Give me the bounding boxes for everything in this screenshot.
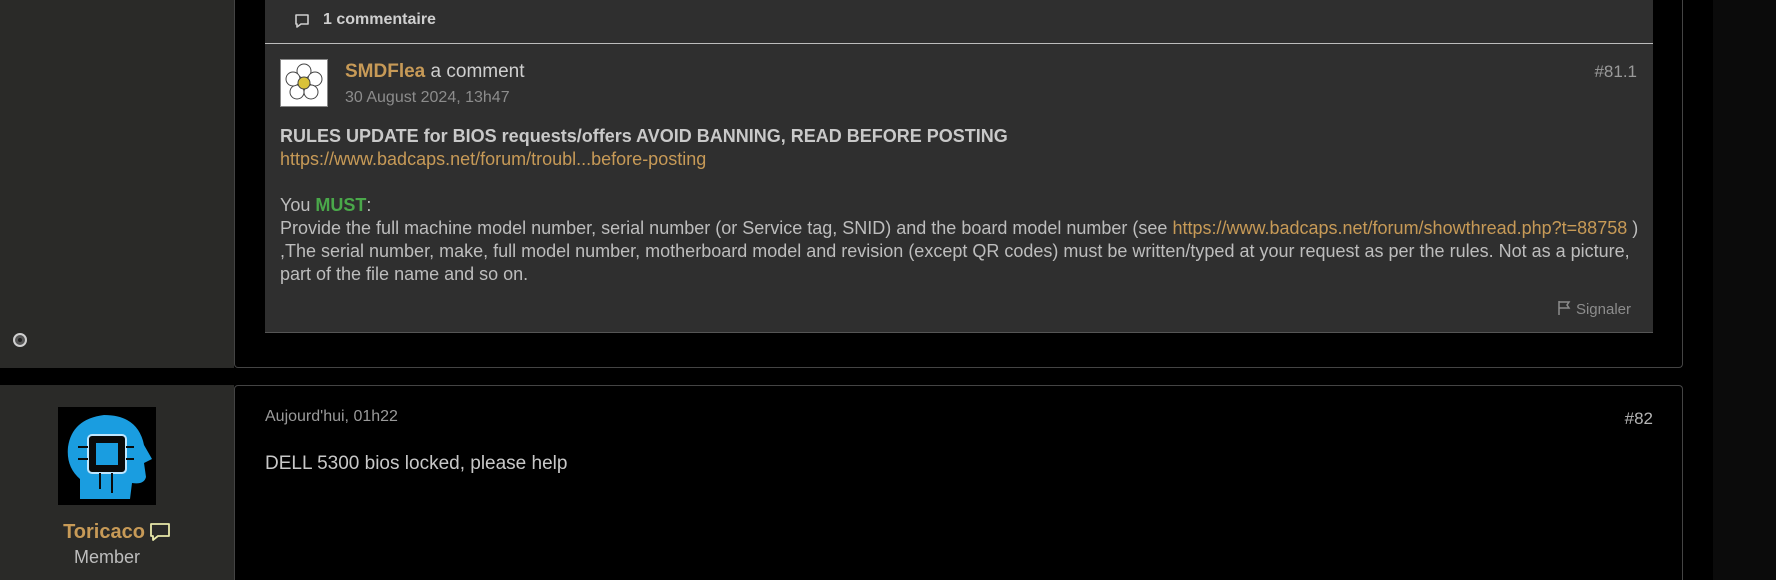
you-text: You (280, 195, 316, 215)
provide-text: Provide the full machine model number, s… (280, 218, 1173, 238)
post-number[interactable]: #82 (1600, 409, 1653, 429)
post (234, 385, 1683, 580)
comment-username[interactable]: SMDFlea (345, 61, 425, 82)
comments-count: 1 commentaire (323, 11, 436, 28)
user-avatar[interactable] (58, 407, 156, 505)
thread-link[interactable]: https://www.badcaps.net/forum/showthread… (1172, 218, 1627, 238)
rules-heading: RULES UPDATE for BIOS requests/offers AV… (280, 126, 1008, 146)
comment-body: RULES UPDATE for BIOS requests/offers AV… (280, 125, 1640, 286)
comments-toggle[interactable]: 1 commentaire (265, 0, 1653, 44)
comment-icon (294, 13, 310, 34)
rules-link[interactable]: https://www.badcaps.net/forum/troubl...b… (280, 149, 706, 169)
post-pointer (220, 436, 234, 456)
comment-avatar[interactable] (280, 59, 328, 107)
comment-number[interactable]: #81.1 (1594, 62, 1637, 82)
chat-bubble-icon[interactable] (149, 522, 171, 542)
report-button[interactable]: Signaler (1557, 300, 1631, 318)
page-gutter (1713, 0, 1776, 580)
flag-icon (1558, 301, 1571, 315)
comment: SMDFlea a comment 30 August 2024, 13h47 … (265, 44, 1653, 333)
previous-post-sidebar (0, 0, 234, 368)
colon-text: : (366, 195, 372, 215)
presence-icon (13, 333, 27, 347)
post-body: DELL 5300 bios locked, please help (265, 453, 568, 474)
post-username[interactable]: Toricaco (63, 521, 145, 543)
comment-date: 30 August 2024, 13h47 (345, 89, 510, 106)
must-text: MUST (315, 195, 367, 215)
post-date: Aujourd'hui, 01h22 (265, 408, 398, 425)
report-label: Signaler (1575, 301, 1631, 318)
user-role: Member (73, 547, 140, 567)
post-author-sidebar: Toricaco Member (0, 385, 234, 580)
comment-verb: a comment (430, 61, 525, 82)
